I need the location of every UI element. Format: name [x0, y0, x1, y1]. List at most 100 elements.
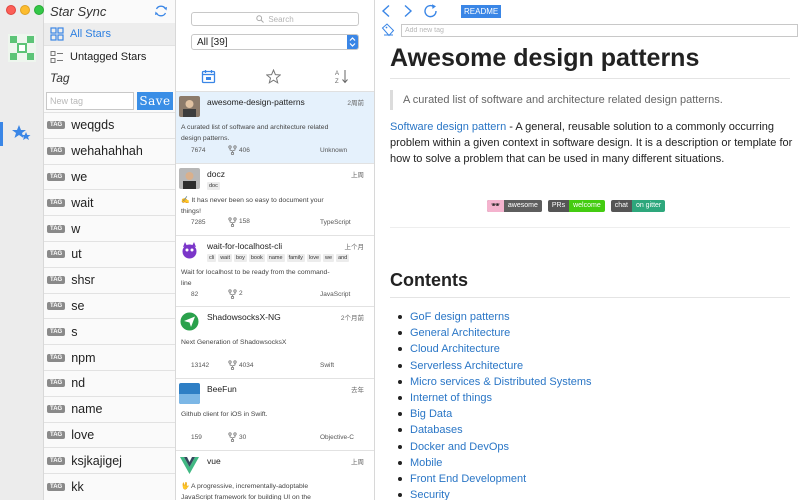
chat-gitter-badge[interactable]: chat on gitter — [610, 200, 666, 212]
star-icon[interactable] — [266, 69, 281, 84]
contents-link[interactable]: Cloud Architecture — [398, 341, 592, 357]
repo-description: ✍ It has never been so easy to document … — [181, 196, 324, 215]
minimize-window-button[interactable] — [20, 5, 30, 15]
contents-link[interactable]: Micro services & Distributed Systems — [398, 374, 592, 390]
filter-select[interactable]: All [39] — [191, 34, 359, 50]
repo-topics: doc — [207, 181, 220, 190]
readme-toolbar: README — [375, 0, 800, 40]
topic-tag[interactable]: name — [266, 253, 285, 262]
tag-item[interactable]: TAG s — [44, 318, 175, 344]
chevron-updown-icon — [347, 35, 358, 49]
topic-tag[interactable]: doc — [207, 181, 220, 190]
tag-item[interactable]: TAG npm — [44, 344, 175, 370]
tag-item[interactable]: TAG love — [44, 421, 175, 448]
repo-starred-time: 2个月前 — [340, 315, 364, 323]
contents-link[interactable]: GoF design patterns — [398, 309, 592, 325]
topic-tag[interactable]: boy — [233, 253, 247, 262]
app-title: Star Sync — [50, 4, 107, 19]
forward-icon[interactable] — [402, 4, 414, 18]
contents-link[interactable]: Databases — [398, 422, 592, 438]
badge-right-label: awesome — [503, 200, 542, 212]
nav-untagged-stars[interactable]: Untagged Stars — [44, 45, 175, 67]
tag-item[interactable]: TAG wait — [44, 189, 175, 215]
topic-tag[interactable]: love — [306, 253, 322, 262]
tag-item[interactable]: TAG nd — [44, 369, 175, 396]
contents-link[interactable]: Mobile — [398, 455, 592, 471]
fork-count: 406 — [228, 145, 250, 156]
sort-bar: A Z — [176, 62, 374, 92]
new-tag-input[interactable] — [46, 92, 134, 110]
app-logo-icon[interactable] — [8, 34, 36, 62]
tag-item[interactable]: TAG se — [44, 292, 175, 319]
calendar-icon[interactable] — [201, 69, 216, 84]
repo-item[interactable]: vue 上周 🖖 A progressive, incrementally-adop… — [176, 451, 374, 500]
search-input[interactable]: Search — [191, 12, 359, 26]
stars-icon[interactable] — [12, 124, 32, 144]
repo-item[interactable]: awesome-design-patterns 2周前 A curated list… — [176, 92, 374, 164]
star-count: 82 — [191, 290, 199, 298]
tag-item[interactable]: TAG ksjkajigej — [44, 447, 175, 473]
badge-row: 🕶 awesome PRs welcome chat on gitter — [487, 200, 666, 212]
repo-name: awesome-design-patterns — [207, 97, 305, 107]
reload-icon[interactable] — [423, 3, 439, 19]
repo-starred-time: 上周 — [351, 458, 364, 466]
topic-tag[interactable]: wait — [218, 253, 232, 262]
tag-item[interactable]: TAG wehahahhah — [44, 137, 175, 164]
owner-avatar — [179, 239, 200, 261]
owner-avatar — [179, 454, 200, 476]
fork-count-value: 30 — [239, 433, 247, 441]
tag-name: name — [71, 402, 103, 417]
topic-tag[interactable]: cli — [207, 253, 217, 262]
repo-topics: cli wait boy book name family love we and — [207, 253, 350, 262]
contents-link[interactable]: General Architecture — [398, 325, 592, 341]
tag-list: TAG weqgds TAG wehahahhah TAG we TAG wait TAG w TA… — [44, 112, 175, 499]
tag-item[interactable]: TAG we — [44, 163, 175, 190]
tag-name: kk — [71, 479, 84, 494]
topic-tag[interactable]: and — [336, 253, 350, 262]
tag-item[interactable]: TAG weqgds — [44, 112, 175, 138]
close-window-button[interactable] — [6, 5, 16, 15]
sort-alpha-icon[interactable]: A Z — [334, 69, 349, 84]
tag-name: se — [71, 298, 85, 313]
repo-item[interactable]: ShadowsocksX-NG 2个月前 Next Generation of Sh… — [176, 307, 374, 380]
awesome-badge[interactable]: 🕶 awesome — [487, 200, 542, 212]
contents-link[interactable]: Front End Development — [398, 471, 592, 487]
topic-tag[interactable]: book — [248, 253, 265, 262]
contents-heading: Contents — [390, 270, 468, 290]
contents-link[interactable]: Security — [398, 487, 592, 500]
tag-badge: TAG — [47, 430, 66, 439]
fork-icon — [228, 288, 237, 299]
back-icon[interactable] — [380, 4, 392, 18]
repo-item[interactable]: wait-for-localhost-cli 上个月 cli wait boy book n… — [176, 236, 374, 308]
tag-icon — [381, 23, 395, 37]
refresh-icon[interactable] — [154, 4, 168, 18]
tag-name: love — [71, 427, 95, 442]
fork-count-value: 4034 — [239, 361, 254, 369]
contents-link[interactable]: Serverless Architecture — [398, 358, 592, 374]
zoom-window-button[interactable] — [34, 5, 44, 15]
contents-link[interactable]: Internet of things — [398, 390, 592, 406]
fork-count: 30 — [228, 432, 247, 443]
tag-item[interactable]: TAG w — [44, 215, 175, 241]
tag-item[interactable]: TAG ut — [44, 240, 175, 267]
readme-tab[interactable]: README — [461, 5, 502, 18]
contents-link[interactable]: Docker and DevOps — [398, 439, 592, 455]
save-tag-button[interactable]: Save — [137, 92, 173, 110]
tag-item[interactable]: TAG name — [44, 395, 175, 422]
repo-item[interactable]: docz 上周 doc ✍ It has never been so easy to … — [176, 164, 374, 236]
repo-language: TypeScript — [320, 218, 351, 226]
tag-badge: TAG — [47, 482, 66, 491]
tag-item[interactable]: TAG kk — [44, 473, 175, 499]
topic-tag[interactable]: family — [286, 253, 305, 262]
repo-item[interactable]: BeeFun 去年 Github client for iOS in Swift. 1… — [176, 379, 374, 451]
software-design-pattern-link[interactable]: Software design pattern — [390, 121, 506, 133]
contents-link[interactable]: Big Data — [398, 406, 592, 422]
tag-name: s — [71, 324, 78, 339]
tag-badge: TAG — [47, 224, 66, 233]
tag-item[interactable]: TAG shsr — [44, 266, 175, 293]
topic-tag[interactable]: we — [323, 253, 335, 262]
repo-language: Objective-C — [320, 434, 354, 442]
add-tag-input[interactable] — [401, 24, 798, 37]
prs-welcome-badge[interactable]: PRs welcome — [547, 200, 605, 212]
nav-all-stars[interactable]: All Stars — [44, 23, 175, 45]
